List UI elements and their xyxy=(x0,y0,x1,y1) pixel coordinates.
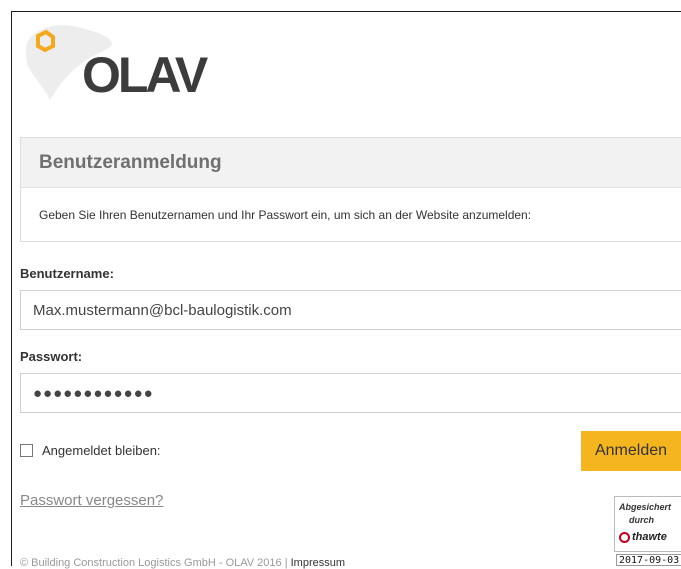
username-value: Max.mustermann@bcl-baulogistik.com xyxy=(33,301,292,319)
footer: © Building Construction Logistics GmbH -… xyxy=(20,557,345,569)
footer-copyright: © Building Construction Logistics GmbH -… xyxy=(20,557,291,569)
login-panel: Benutzeranmeldung Geben Sie Ihren Benutz… xyxy=(20,137,681,242)
seal-line1: Abgesichert xyxy=(619,502,672,512)
thawte-logo-icon xyxy=(619,531,630,543)
seal-brand-text: thawte xyxy=(632,531,667,543)
login-button[interactable]: Anmelden xyxy=(581,431,681,471)
impressum-link[interactable]: Impressum xyxy=(291,557,345,569)
seal-brand: thawte xyxy=(619,531,667,543)
remember-label: Angemeldet bleiben: xyxy=(42,443,161,458)
username-label: Benutzername: xyxy=(20,266,114,281)
password-label: Passwort: xyxy=(20,349,83,364)
olav-logo: OLAV xyxy=(20,22,210,104)
password-input[interactable]: ●●●●●●●●●●●● xyxy=(20,373,681,413)
username-input[interactable]: Max.mustermann@bcl-baulogistik.com xyxy=(20,290,681,330)
seal-line2: durch xyxy=(629,515,655,525)
remember-checkbox[interactable] xyxy=(20,444,33,457)
thawte-seal[interactable]: Abgesichert durch thawte xyxy=(614,496,681,552)
remember-me: Angemeldet bleiben: xyxy=(20,443,161,458)
logo-text: OLAV xyxy=(82,47,208,103)
password-mask: ●●●●●●●●●●●● xyxy=(33,384,154,402)
panel-instruction: Geben Sie Ihren Benutzernamen und Ihr Pa… xyxy=(39,207,532,222)
panel-title: Benutzeranmeldung xyxy=(21,138,681,188)
window-border-left xyxy=(11,11,12,566)
window-border-top xyxy=(11,11,681,12)
forgot-password-link[interactable]: Passwort vergessen? xyxy=(20,492,163,509)
seal-date: 2017-09-03 xyxy=(616,554,681,566)
